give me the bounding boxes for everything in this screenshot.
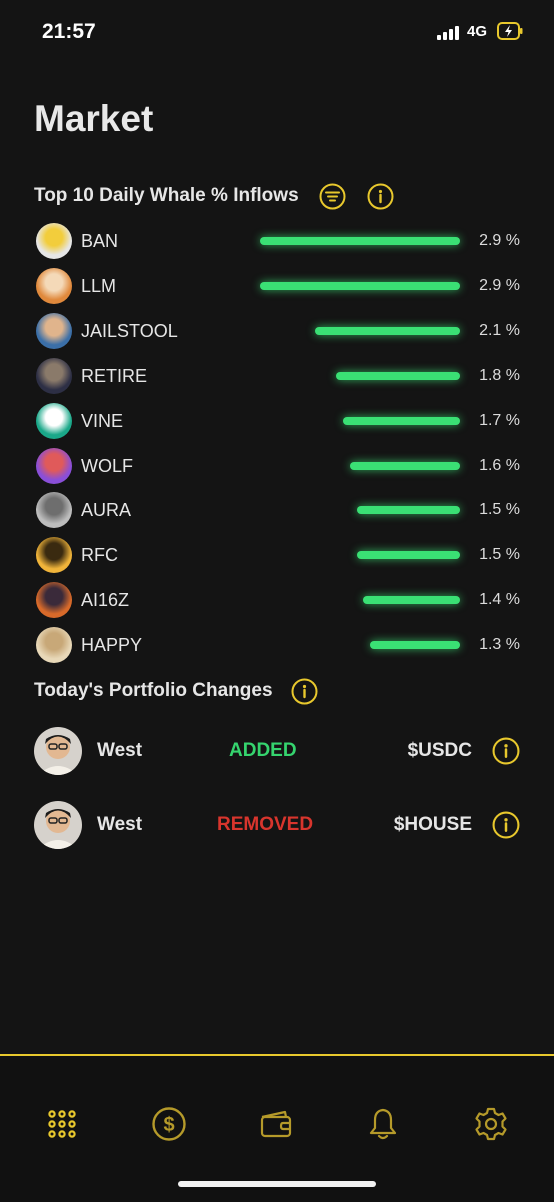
tab-alerts[interactable] [363, 1104, 403, 1144]
info-icon[interactable] [291, 678, 318, 705]
status-bar: 21:57 4G [0, 0, 554, 66]
change-user: West [97, 740, 143, 761]
page-title: Market [34, 98, 154, 139]
inflow-percent: 1.4 % [479, 591, 520, 608]
grid-icon [48, 1110, 76, 1138]
inflow-bar [336, 372, 460, 380]
inflow-bar [357, 506, 460, 514]
token-avatar [36, 403, 72, 439]
wallet-icon [260, 1110, 292, 1138]
token-symbol: HAPPY [81, 635, 143, 655]
change-action-added: ADDED [229, 740, 297, 761]
portfolio-header: Today's Portfolio Changes [34, 676, 318, 706]
inflow-bar [363, 596, 460, 604]
tab-trade[interactable]: $ [149, 1104, 189, 1144]
inflow-percent: 2.9 % [479, 277, 520, 294]
token-symbol: RETIRE [81, 366, 148, 386]
token-avatar [36, 448, 72, 484]
inflows-title: Top 10 Daily Whale % Inflows [34, 185, 299, 206]
tab-settings[interactable] [471, 1104, 511, 1144]
change-token: $USDC [407, 740, 472, 761]
inflow-bar [370, 641, 460, 649]
inflow-percent: 1.5 % [479, 501, 520, 518]
inflow-percent: 1.3 % [479, 636, 520, 653]
token-symbol: LLM [81, 276, 117, 296]
info-icon[interactable] [367, 183, 394, 210]
change-action-removed: REMOVED [217, 814, 314, 835]
inflow-row-ai16z[interactable]: AI16Z 1.4 % [36, 582, 526, 618]
battery-charging-icon [497, 22, 523, 40]
change-token: $HOUSE [393, 814, 472, 835]
inflow-bar [357, 551, 460, 559]
portfolio-title: Today's Portfolio Changes [34, 680, 273, 701]
token-symbol: AURA [81, 500, 132, 520]
inflow-row-happy[interactable]: HAPPY 1.3 % [36, 627, 526, 663]
inflow-row-wolf[interactable]: WOLF 1.6 % [36, 448, 526, 484]
network-label: 4G [467, 23, 488, 40]
token-symbol: VINE [81, 411, 124, 431]
portfolio-change-row[interactable]: West REMOVED $HOUSE [34, 801, 520, 849]
gear-icon [475, 1107, 507, 1141]
inflow-percent: 1.7 % [479, 412, 520, 429]
token-avatar [36, 268, 72, 304]
token-avatar [36, 627, 72, 663]
inflow-bar [343, 417, 460, 425]
avatar [34, 801, 82, 849]
info-icon[interactable] [492, 811, 520, 839]
inflow-percent: 1.5 % [479, 546, 520, 563]
token-symbol: WOLF [81, 456, 133, 476]
inflow-row-rfc[interactable]: RFC 1.5 % [36, 537, 526, 573]
token-avatar [36, 582, 72, 618]
token-symbol: JAILSTOOL [81, 321, 178, 341]
avatar [34, 727, 82, 775]
bell-icon [369, 1108, 397, 1140]
home-indicator [178, 1181, 376, 1187]
portfolio-change-row[interactable]: West ADDED $USDC [34, 727, 520, 775]
inflow-row-aura[interactable]: AURA 1.5 % [36, 492, 526, 528]
dollar-coin-icon: $ [152, 1107, 186, 1141]
tab-market[interactable] [42, 1104, 82, 1144]
token-avatar [36, 223, 72, 259]
inflow-bar [260, 282, 460, 290]
token-symbol: RFC [81, 545, 118, 565]
inflow-row-retire[interactable]: RETIRE 1.8 % [36, 358, 526, 394]
svg-text:$: $ [163, 1114, 174, 1136]
tab-wallet[interactable] [256, 1104, 296, 1144]
inflow-percent: 1.6 % [479, 457, 520, 474]
inflow-row-jailstool[interactable]: JAILSTOOL 2.1 % [36, 313, 526, 349]
token-avatar [36, 492, 72, 528]
info-icon[interactable] [492, 737, 520, 765]
filter-icon[interactable] [319, 183, 346, 210]
inflow-bar [260, 237, 460, 245]
inflow-percent: 2.1 % [479, 322, 520, 339]
tab-bar: $ [0, 1054, 554, 1202]
inflow-row-ban[interactable]: BAN 2.9 % [36, 223, 526, 259]
inflow-row-vine[interactable]: VINE 1.7 % [36, 403, 526, 439]
token-symbol: AI16Z [81, 590, 130, 610]
inflow-row-llm[interactable]: LLM 2.9 % [36, 268, 526, 304]
inflow-bar [350, 462, 460, 470]
change-user: West [97, 814, 143, 835]
token-avatar [36, 313, 72, 349]
signal-icon [437, 25, 459, 40]
inflow-percent: 2.9 % [479, 232, 520, 249]
status-time: 21:57 [42, 20, 96, 43]
token-symbol: BAN [81, 231, 119, 251]
inflow-bar [315, 327, 460, 335]
inflows-header: Top 10 Daily Whale % Inflows [34, 181, 394, 211]
token-avatar [36, 537, 72, 573]
inflow-percent: 1.8 % [479, 367, 520, 384]
token-avatar [36, 358, 72, 394]
